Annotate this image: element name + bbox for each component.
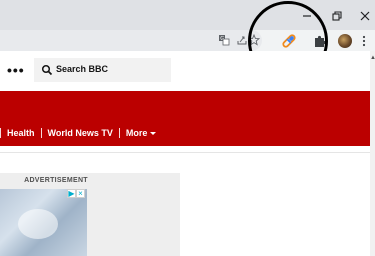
nav-more-button[interactable]: More <box>120 128 163 138</box>
nav-item-health[interactable]: Health <box>1 128 41 138</box>
restore-icon[interactable] <box>330 9 344 23</box>
avatar[interactable] <box>338 34 352 48</box>
red-nav-band: Health World News TV More <box>0 91 370 146</box>
advertisement-label: ADVERTISEMENT <box>24 177 88 184</box>
search-label: Search BBC <box>56 64 109 74</box>
kebab-menu-icon[interactable] <box>360 34 368 48</box>
search-icon <box>41 64 53 76</box>
search-box[interactable]: Search BBC <box>34 58 171 82</box>
nav-item-world-news-tv[interactable]: World News TV <box>42 128 119 138</box>
advertisement-panel: ADVERTISEMENT ▶ × <box>0 173 180 256</box>
nav-separator <box>118 128 120 138</box>
nav-bar: Health World News TV More <box>0 128 162 138</box>
scroll-up-icon[interactable]: ▲ <box>370 55 375 61</box>
caret-down-icon <box>150 131 157 135</box>
bbc-page: ••• Search BBC Health World News TV More… <box>0 51 370 256</box>
nav-separator <box>40 128 42 138</box>
section-divider <box>0 152 370 153</box>
adchoices-icon[interactable]: ▶ <box>67 189 76 198</box>
ad-choices: ▶ × <box>67 189 85 198</box>
more-dots-icon[interactable]: ••• <box>7 63 25 77</box>
vertical-scrollbar[interactable]: ▲ <box>370 51 375 256</box>
advertisement-image-highlight <box>18 209 58 239</box>
close-icon[interactable] <box>358 9 372 23</box>
advertisement-image[interactable] <box>0 189 87 256</box>
address-bar[interactable]: G <box>0 30 262 51</box>
translate-icon[interactable]: G <box>218 34 230 46</box>
share-icon[interactable] <box>236 34 248 46</box>
nav-separator <box>0 128 1 138</box>
nav-more-label: More <box>125 128 148 138</box>
ad-close-icon[interactable]: × <box>76 189 85 198</box>
